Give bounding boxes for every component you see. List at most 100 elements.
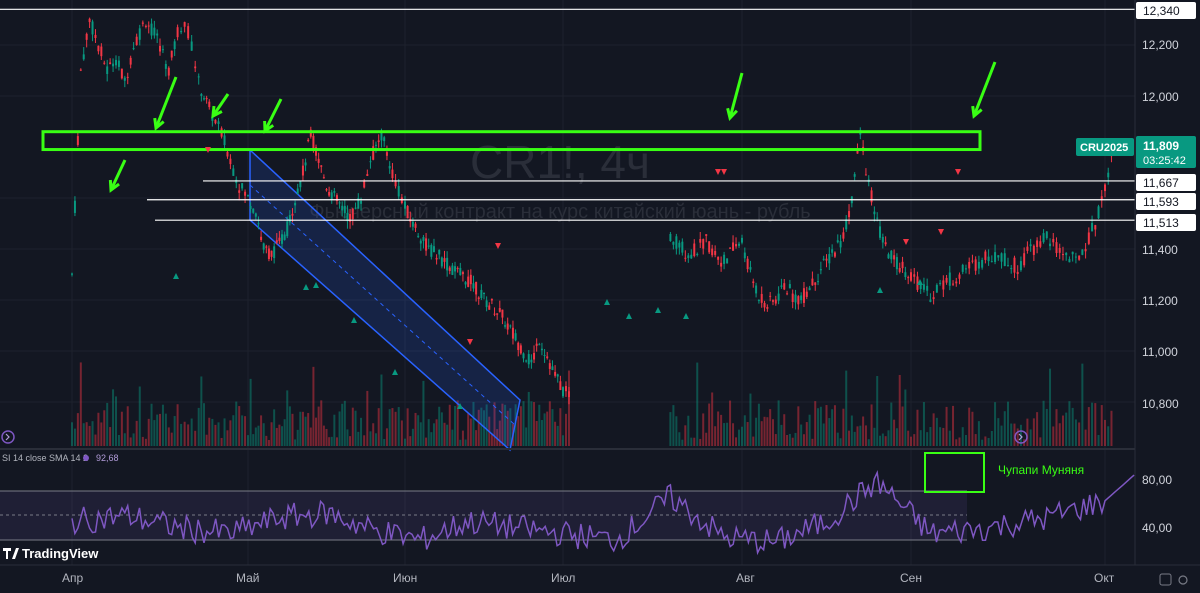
candle-body (783, 283, 786, 290)
volume-bar (714, 426, 717, 446)
volume-bar (229, 420, 232, 446)
candle-body (467, 276, 470, 287)
volume-bar (881, 433, 884, 446)
volume-bar (935, 417, 938, 446)
volume-bar (741, 426, 743, 446)
volume-bar (873, 427, 876, 446)
volume-bar (788, 433, 791, 446)
volume-bar (161, 404, 164, 446)
volume-bar (825, 405, 828, 446)
volume-bar (79, 362, 82, 446)
volume-bar (419, 422, 422, 446)
candle-body (461, 272, 464, 275)
volume-bar (438, 406, 441, 446)
candle-body (438, 249, 441, 255)
candle-body (85, 33, 88, 40)
candle-body (961, 264, 964, 272)
candle-body (1039, 241, 1042, 247)
volume-bar (687, 415, 690, 446)
candle-body (244, 191, 247, 196)
candle-body (833, 252, 836, 257)
candle-body (150, 23, 153, 36)
volume-bar (291, 413, 294, 446)
candle-body (167, 67, 170, 76)
candle-body (411, 221, 414, 227)
candle-body (1091, 223, 1094, 232)
candle-body (935, 284, 938, 293)
candle-body (990, 261, 993, 263)
candle-body (363, 181, 366, 188)
candle-body (913, 274, 916, 277)
candle-body (317, 158, 320, 163)
volume-bar (693, 437, 696, 446)
candle-body (252, 208, 255, 213)
candle-body (432, 246, 435, 253)
candle-body (678, 242, 681, 248)
volume-bar (839, 438, 842, 446)
candle-body (322, 177, 325, 179)
candle-body (103, 62, 106, 64)
candle-body (164, 64, 167, 69)
candle-body (472, 283, 475, 289)
volume-bar (540, 420, 543, 446)
volume-bar (766, 417, 769, 446)
candle-body (567, 391, 570, 398)
volume-bar (777, 400, 780, 446)
volume-bar (802, 434, 805, 446)
candle-body (981, 259, 984, 268)
volume-bar (475, 430, 478, 446)
candle-body (260, 236, 263, 241)
volume-bar (241, 415, 244, 446)
candle-body (1061, 254, 1064, 256)
volume-bar (1107, 426, 1110, 446)
volume-bar (987, 437, 990, 446)
volume-bar (200, 376, 203, 446)
volume-bar (562, 435, 564, 446)
volume-bar (117, 434, 120, 446)
volume-bar (961, 427, 964, 446)
candle-body (735, 244, 738, 247)
candle-body (684, 257, 687, 259)
chart-stage[interactable]: CR1!, 4ч Фьючерсный контракт на курс кит… (0, 0, 1200, 588)
volume-bar (232, 415, 235, 446)
volume-bar (406, 408, 409, 446)
countdown: 03:25:42 (1143, 155, 1186, 167)
candle-body (301, 165, 304, 176)
price-chart[interactable]: CR1!, 4ч Фьючерсный контракт на курс кит… (0, 0, 1200, 588)
volume-bar (1010, 423, 1013, 446)
candle-body (254, 213, 257, 217)
volume-bar (435, 419, 438, 446)
candle-body (343, 205, 346, 214)
volume-bar (800, 424, 803, 446)
candle-body (144, 25, 147, 27)
volume-bar (752, 436, 755, 446)
candle-body (864, 174, 867, 176)
volume-bar (226, 430, 229, 446)
candle-body (945, 277, 948, 283)
volume-bar (678, 432, 681, 446)
volume-bar (1029, 429, 1032, 446)
volume-bar (729, 400, 732, 446)
candle-body (281, 234, 284, 244)
candle-body (267, 248, 270, 260)
volume-bar (564, 413, 567, 446)
candle-body (817, 281, 820, 283)
volume-bar (235, 401, 238, 446)
volume-bar (294, 439, 297, 446)
volume-bar (780, 424, 783, 446)
candle-body (873, 211, 876, 215)
volume-bar (252, 434, 255, 446)
volume-bar (968, 407, 971, 446)
volume-bar (932, 413, 935, 446)
volume-bar (850, 415, 853, 446)
level-label: 11,513 (1143, 216, 1179, 230)
volume-bar (1026, 418, 1029, 446)
volume-bar (997, 418, 1000, 446)
candle-body (717, 256, 720, 260)
candle-body (974, 259, 977, 271)
volume-bar (176, 404, 179, 446)
volume-bar (675, 416, 678, 446)
volume-bar (363, 435, 366, 446)
candle-body (720, 262, 723, 267)
last-price: 11,809 (1143, 139, 1179, 153)
